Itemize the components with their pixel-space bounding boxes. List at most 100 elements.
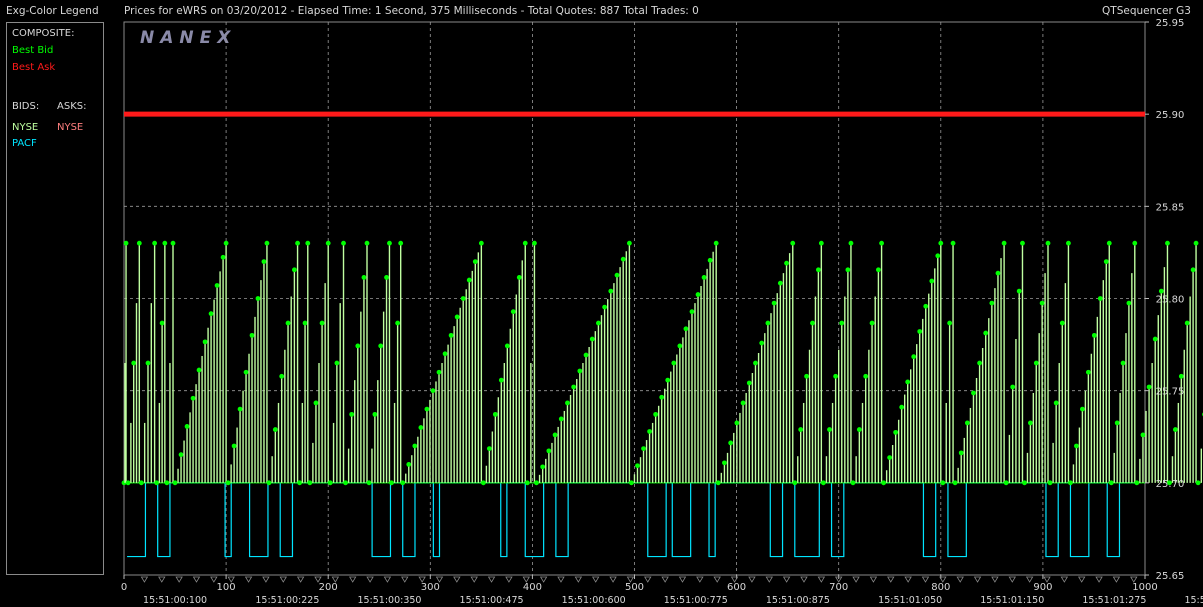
quote-marker-icon (817, 576, 826, 583)
bid-point (995, 270, 1001, 276)
y-axis-ticks: 25.95 25.90 25.85 25.80 25.75 25.70 25.65 (1145, 18, 1184, 582)
quote-marker-icon (557, 576, 565, 583)
bid-point (701, 275, 707, 280)
bid-point (313, 400, 319, 406)
bid-point (722, 460, 727, 466)
bid-point (626, 240, 632, 246)
bid-point (1146, 384, 1152, 390)
time-label: 15:51:00:475 (460, 595, 524, 606)
x-tick-label: 600 (727, 582, 746, 593)
bid-point (349, 411, 355, 417)
best-bid-series (121, 240, 1203, 486)
bid-point (152, 240, 158, 246)
quote-marker-icon (661, 576, 669, 583)
bid-point (1016, 288, 1022, 294)
bid-point (225, 480, 231, 486)
bid-point (504, 343, 510, 349)
bid-point (689, 309, 695, 315)
bid-point (964, 420, 970, 426)
y-tick-label: 25.85 (1156, 202, 1185, 213)
bid-point (398, 240, 404, 246)
bid-point (1010, 384, 1016, 390)
bid-point (492, 411, 498, 417)
bid-point (1134, 480, 1140, 486)
bid-point (430, 388, 436, 394)
bid-point (237, 406, 243, 412)
bid-point (214, 283, 220, 288)
bid-point (893, 429, 899, 435)
x-tick-label: 0 (121, 582, 127, 593)
grid (124, 22, 1145, 575)
bid-point (123, 240, 129, 246)
watermark-logo: NANEX (140, 28, 236, 48)
bid-point (279, 373, 285, 379)
bid-point (307, 480, 313, 486)
bid-point (1126, 300, 1132, 306)
bid-point (136, 240, 142, 246)
bid-point (400, 480, 406, 486)
quote-marker-icon (748, 576, 756, 583)
quote-marker-icon (904, 576, 912, 583)
quote-marker-icon (1112, 576, 1121, 583)
bid-point (372, 411, 378, 417)
bid-point (534, 480, 539, 486)
bid-point (602, 304, 608, 310)
bid-point (220, 254, 226, 260)
quote-marker-icon (1025, 576, 1034, 583)
quote-marker-icon (921, 576, 930, 583)
bid-point (869, 320, 875, 326)
bid-point (1003, 480, 1009, 486)
bid-point (1114, 420, 1120, 426)
bid-point (641, 446, 646, 451)
bid-point (532, 240, 537, 246)
bid-point (790, 240, 796, 246)
bid-point (947, 320, 953, 326)
bid-point (683, 326, 689, 332)
bid-point (577, 368, 583, 374)
bid-point (771, 300, 777, 306)
bid-point (848, 240, 854, 246)
bid-point (366, 480, 372, 486)
bid-point (1027, 420, 1033, 426)
bid-point (1132, 240, 1138, 246)
time-label: 15:51:00:100 (143, 595, 207, 606)
bid-point (635, 463, 640, 469)
bid-point (1085, 369, 1091, 375)
quote-marker-icon (158, 576, 166, 583)
quote-marker-icon (713, 576, 721, 583)
bid-point (1178, 373, 1184, 379)
bid-point (327, 480, 333, 486)
bid-point (863, 373, 869, 379)
bid-point (162, 240, 168, 246)
bid-point (971, 390, 976, 396)
bid-point (777, 280, 783, 286)
bid-point (827, 427, 832, 432)
bid-point (629, 480, 634, 486)
quote-marker-icon (348, 576, 357, 583)
bid-point (887, 455, 893, 461)
bid-point (583, 352, 589, 358)
quote-marker-icon (192, 576, 201, 583)
bid-point (765, 320, 771, 326)
bid-point (378, 343, 384, 349)
bid-point (1193, 240, 1199, 246)
bid-point (190, 395, 196, 401)
y-tick-label: 25.90 (1156, 110, 1185, 121)
bid-point (707, 257, 713, 263)
quote-marker-icon (644, 576, 652, 583)
bid-point (876, 267, 881, 273)
bid-point (1097, 296, 1103, 301)
quote-marker-icon (383, 576, 392, 583)
bid-point (498, 377, 504, 383)
bid-point (653, 411, 659, 417)
bid-point (798, 427, 804, 432)
bid-point (272, 427, 278, 432)
bid-point (1106, 240, 1112, 246)
bid-point (387, 240, 392, 246)
bid-point (665, 377, 671, 383)
x-tick-label: 400 (523, 582, 542, 593)
bid-point (266, 480, 272, 486)
bid-point (1140, 432, 1146, 438)
quote-marker-icon (262, 576, 270, 583)
bid-point (486, 446, 492, 451)
